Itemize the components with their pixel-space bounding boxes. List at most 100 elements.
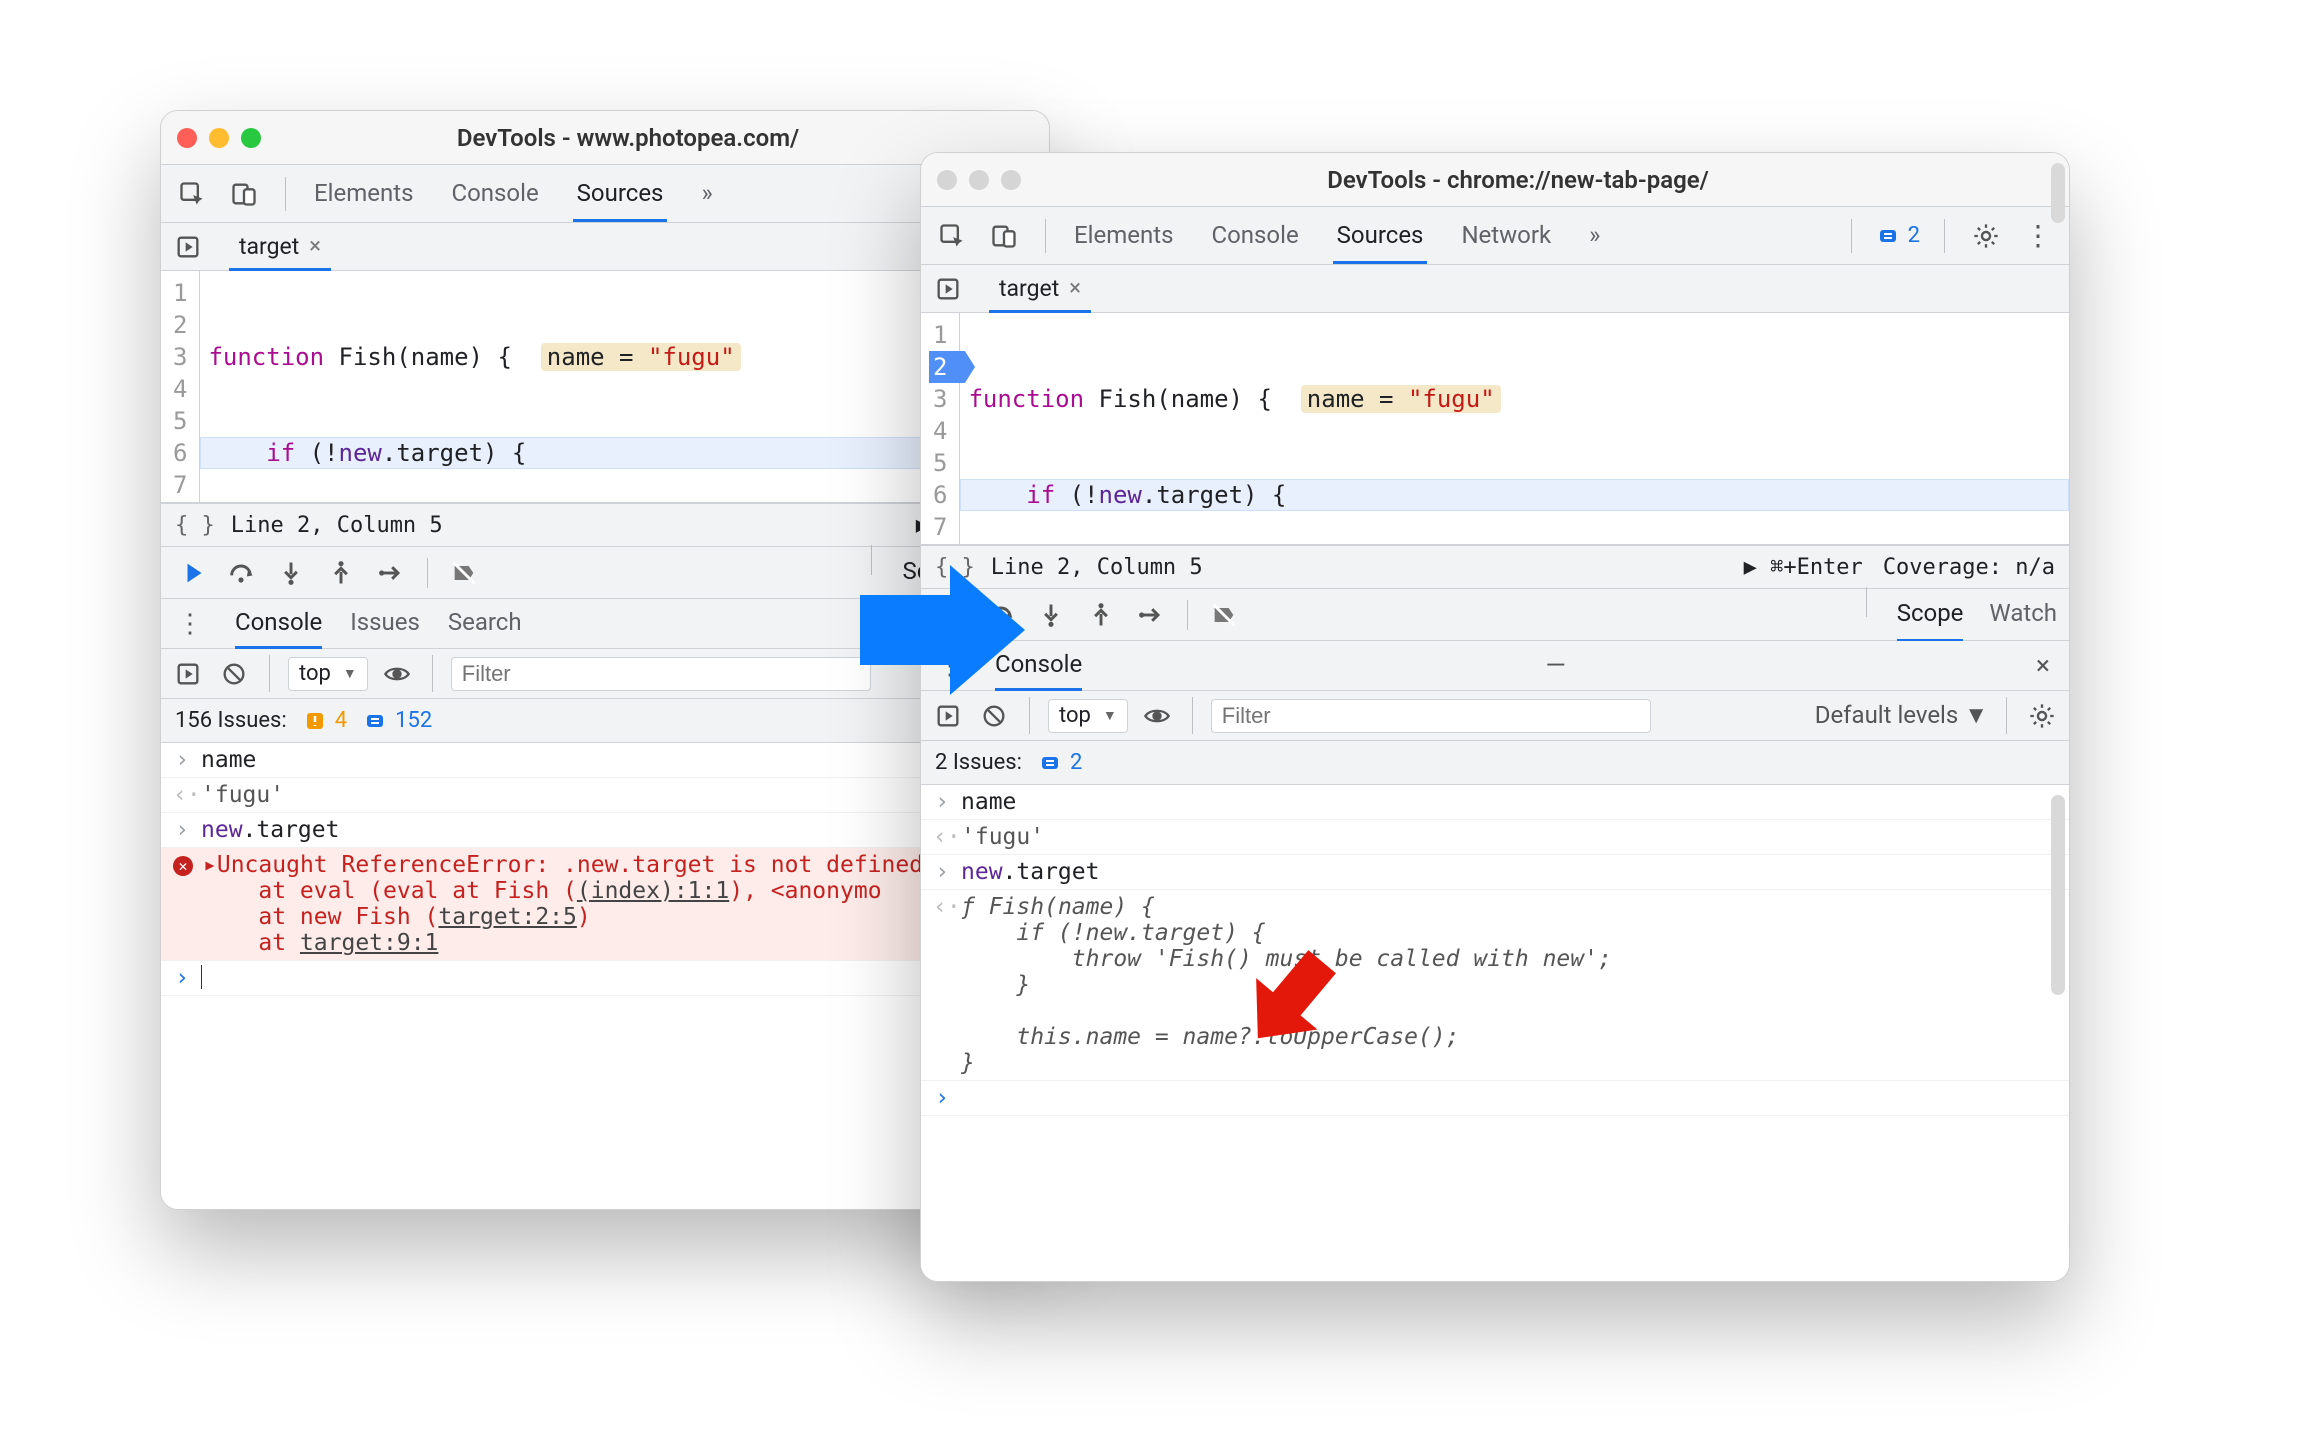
log-levels-select[interactable]: Default levels ▼ <box>1815 701 1988 730</box>
step-out-icon[interactable] <box>323 555 359 591</box>
step-into-icon[interactable] <box>1033 597 1069 633</box>
traffic-light-close[interactable] <box>937 170 957 190</box>
close-icon[interactable]: × <box>309 234 321 259</box>
info-badge: 2 <box>1038 750 1082 775</box>
titlebar: DevTools - chrome://new-tab-page/ <box>921 153 2069 207</box>
error-icon: ✕ <box>173 856 193 876</box>
step-over-icon[interactable] <box>223 555 259 591</box>
tab-console[interactable]: Console <box>1207 209 1302 264</box>
stack-link[interactable]: (index):1:1 <box>577 878 729 904</box>
console-filter-input[interactable] <box>451 657 871 691</box>
resume-icon[interactable] <box>173 555 209 591</box>
traffic-light-close[interactable] <box>177 128 197 148</box>
scrollbar[interactable] <box>2051 795 2065 995</box>
annotation-arrow-icon <box>1230 940 1350 1066</box>
live-expression-icon[interactable] <box>380 657 414 691</box>
show-navigator-icon[interactable] <box>931 272 965 306</box>
info-badge: 152 <box>363 708 432 733</box>
console-input-row: ›name <box>161 743 1049 778</box>
console-filter-input[interactable] <box>1211 699 1651 733</box>
annotation-arrow-icon <box>850 560 1030 706</box>
traffic-light-zoom[interactable] <box>1001 170 1021 190</box>
show-navigator-icon[interactable] <box>171 230 205 264</box>
tab-watch[interactable]: Watch <box>1989 587 2057 642</box>
step-icon[interactable] <box>373 555 409 591</box>
window-title: DevTools - www.photopea.com/ <box>273 124 1033 152</box>
inspect-icon[interactable] <box>935 219 969 253</box>
settings-icon[interactable] <box>2025 699 2059 733</box>
code-line: function Fish(name) { name = "fugu" <box>960 383 2069 415</box>
code-editor[interactable]: 1 2 3 4 5 6 7 function Fish(name) { name… <box>921 313 2069 545</box>
issues-badge[interactable]: 2 <box>1876 223 1920 248</box>
device-toggle-icon[interactable] <box>987 219 1021 253</box>
devtools-window-right: DevTools - chrome://new-tab-page/ Elemen… <box>920 152 2070 1282</box>
step-out-icon[interactable] <box>1083 597 1119 633</box>
close-icon[interactable]: × <box>1069 276 1081 301</box>
editor-subbar: target × <box>921 265 2069 313</box>
editor-subbar: target × <box>161 223 1049 271</box>
deactivate-breakpoints-icon[interactable] <box>1206 597 1242 633</box>
console-output-row: ‹⋅'fugu' <box>161 778 1049 813</box>
console-output-row: ‹⋅ ƒ Fish(name) { if (!new.target) { thr… <box>921 890 2069 1081</box>
tab-elements[interactable]: Elements <box>310 167 417 222</box>
kebab-icon[interactable]: ⋮ <box>173 609 207 639</box>
traffic-light-zoom[interactable] <box>241 128 261 148</box>
step-icon[interactable] <box>1133 597 1169 633</box>
stack-link[interactable]: target:2:5 <box>438 904 576 930</box>
console-prompt[interactable]: › <box>161 961 1049 996</box>
close-drawer-dash[interactable]: — <box>1542 652 1570 680</box>
editor-statusbar: { } Line 2, Column 5 ▶ ⌘+Enter Coverage:… <box>921 545 2069 589</box>
console-error-row: ✕ ▸Uncaught ReferenceError: .new.target … <box>161 848 1049 961</box>
warnings-badge: 4 <box>303 708 347 733</box>
console-input-row: ›new.target <box>161 813 1049 848</box>
close-drawer-icon[interactable]: × <box>2029 652 2057 680</box>
context-select[interactable]: top <box>1048 699 1128 733</box>
traffic-light-minimize[interactable] <box>969 170 989 190</box>
settings-icon[interactable] <box>1969 219 2003 253</box>
console-output[interactable]: ›name ‹⋅'fugu' ›new.target ✕ ▸Uncaught R… <box>161 743 1049 1209</box>
sidebar-toggle-icon[interactable] <box>171 657 205 691</box>
main-toolbar: Elements Console Sources » ✕ 1 <box>161 165 1049 223</box>
tab-more[interactable]: » <box>1585 209 1604 264</box>
debugger-toolbar: Scope Watch <box>921 589 2069 641</box>
titlebar: DevTools - www.photopea.com/ <box>161 111 1049 165</box>
file-tab-target[interactable]: target × <box>229 223 331 271</box>
drawer-tabs: ⋮ Console — × <box>921 641 2069 691</box>
pretty-print-icon[interactable]: { } <box>175 513 215 538</box>
context-select[interactable]: top <box>288 657 368 691</box>
issues-bar[interactable]: 2 Issues: 2 <box>921 741 2069 785</box>
console-input-row: ›name <box>921 785 2069 820</box>
tab-drawer-issues[interactable]: Issues <box>350 598 420 649</box>
coverage-info: Coverage: n/a <box>1883 555 2055 580</box>
step-into-icon[interactable] <box>273 555 309 591</box>
tab-drawer-console[interactable]: Console <box>235 598 322 649</box>
editor-statusbar: { } Line 2, Column 5 ▶ ⌘+Enter <box>161 503 1049 547</box>
traffic-light-minimize[interactable] <box>209 128 229 148</box>
device-toggle-icon[interactable] <box>227 177 261 211</box>
kebab-icon[interactable]: ⋮ <box>2021 219 2055 253</box>
console-toolbar: top Default levels ▼ <box>921 691 2069 741</box>
tab-elements[interactable]: Elements <box>1070 209 1177 264</box>
deactivate-breakpoints-icon[interactable] <box>446 555 482 591</box>
console-input-row: ›new.target <box>921 855 2069 890</box>
window-title: DevTools - chrome://new-tab-page/ <box>1033 166 2053 194</box>
cursor-pos: Line 2, Column 5 <box>231 513 443 538</box>
file-tab-target[interactable]: target × <box>989 265 1091 313</box>
main-toolbar: Elements Console Sources Network » 2 ⋮ <box>921 207 2069 265</box>
tab-more[interactable]: » <box>697 167 716 222</box>
stack-link[interactable]: target:9:1 <box>300 930 438 956</box>
console-output[interactable]: ›name ‹⋅'fugu' ›new.target ‹⋅ ƒ Fish(nam… <box>921 785 2069 1281</box>
tab-sources[interactable]: Sources <box>1333 209 1428 264</box>
inspect-icon[interactable] <box>175 177 209 211</box>
tab-console[interactable]: Console <box>447 167 542 222</box>
console-output-row: ‹⋅'fugu' <box>921 820 2069 855</box>
console-prompt[interactable]: › <box>921 1081 2069 1116</box>
live-expression-icon[interactable] <box>1140 699 1174 733</box>
tab-sources[interactable]: Sources <box>573 167 668 222</box>
code-line: if (!new.target) { <box>960 479 2069 511</box>
tab-drawer-search[interactable]: Search <box>448 598 522 649</box>
clear-console-icon[interactable] <box>217 657 251 691</box>
tab-network[interactable]: Network <box>1457 209 1555 264</box>
tab-scope[interactable]: Scope <box>1897 587 1964 642</box>
code-editor[interactable]: 1 2 3 4 5 6 7 function Fish(name) { name… <box>161 271 1049 503</box>
